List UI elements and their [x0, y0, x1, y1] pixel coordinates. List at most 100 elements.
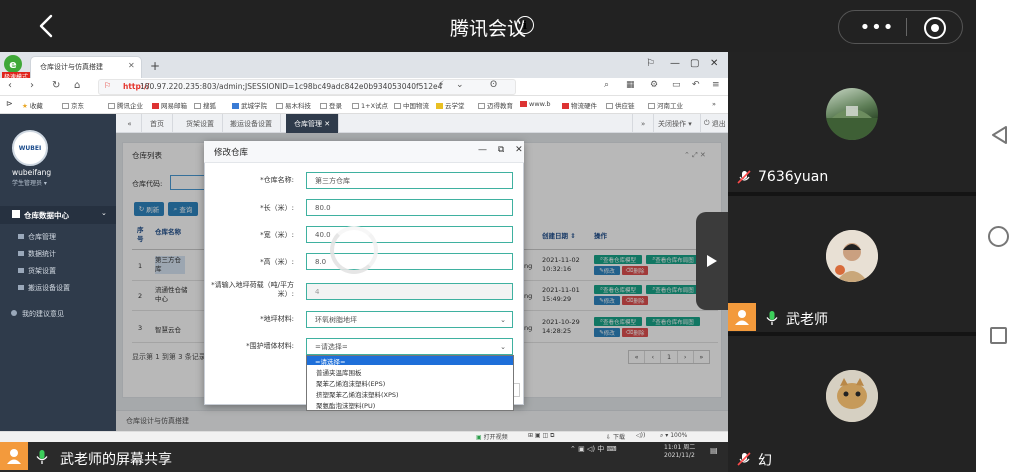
bookmarks-more-icon[interactable]: »	[712, 100, 716, 108]
bookmark-item[interactable]: 物流硬件	[562, 100, 597, 110]
sidebar-group-label: 仓库数据中心	[24, 211, 69, 220]
notification-icon[interactable]: ▤	[710, 446, 718, 455]
extension-icon[interactable]: ʘ	[490, 80, 497, 90]
settings-gear-icon[interactable]: ⚙	[650, 80, 658, 90]
sidebar-item-stats[interactable]: 数据统计	[28, 249, 56, 259]
browser-logo-icon: e	[4, 55, 22, 73]
wall-material-select[interactable]: =请选择= ⌄	[306, 338, 513, 355]
chevron-down-icon: ⌄	[101, 209, 107, 217]
list-icon	[18, 234, 24, 239]
undo-icon[interactable]: ↶	[692, 80, 700, 90]
download-button[interactable]: ⇩ 下载	[606, 432, 625, 441]
field-label-wall-material: *围护墙体材料:	[246, 342, 294, 350]
nav-home-icon[interactable]	[988, 226, 1009, 247]
meeting-title: 腾讯会议	[449, 18, 526, 40]
mic-muted-icon	[736, 451, 752, 467]
participant-avatar[interactable]	[826, 88, 878, 140]
more-icon[interactable]: •••	[858, 17, 896, 38]
bookmark-item[interactable]: 京东	[62, 100, 84, 110]
dropdown-option[interactable]: 挤塑聚苯乙烯泡沫塑料(XPS)	[316, 389, 399, 399]
dropdown-chevron-icon[interactable]: ⌄	[456, 80, 464, 90]
participant-avatar[interactable]	[826, 230, 878, 282]
bookmark-item[interactable]: 迈得教育	[478, 100, 513, 110]
browser-back-icon[interactable]: ‹	[8, 80, 12, 91]
security-icon: ⚐	[104, 81, 112, 90]
floor-material-select[interactable]: 环氧树脂地坪 ⌄	[306, 311, 513, 328]
bookmark-item[interactable]: www.b	[520, 100, 551, 108]
nav-recents-icon[interactable]	[990, 327, 1007, 344]
table-icon	[18, 251, 24, 256]
truck-icon	[18, 285, 24, 290]
capsule-divider	[906, 18, 907, 36]
logout-button[interactable]: ⏻ 退出	[696, 114, 734, 133]
info-icon[interactable]: i	[516, 16, 534, 34]
lightning-icon[interactable]: ⚡	[438, 80, 444, 90]
maximize-icon[interactable]: ▢	[690, 58, 699, 69]
zoom-control[interactable]: ⌕ ▾ 100%	[660, 432, 687, 440]
bookmark-item[interactable]: 腾讯企业	[108, 100, 143, 110]
tab-equipment[interactable]: 搬运设备设置	[222, 114, 281, 133]
taskbar-clock: 11:01 周二 2021/11/2	[664, 444, 696, 459]
dialog-window-controls-icon[interactable]: — ⧉ ✕	[478, 145, 527, 155]
bookmark-item[interactable]: 中国物流	[394, 100, 429, 110]
participant-divider	[728, 192, 976, 196]
presenter-avatar-icon	[728, 303, 756, 331]
url-text: 180.97.220.235:803/admin;JSESSIONID=1c98…	[140, 82, 443, 91]
length-input[interactable]: 80.0	[306, 199, 513, 216]
sidebar-item-shelf[interactable]: 货架设置	[28, 266, 56, 276]
battery-icon[interactable]: ▭	[672, 80, 681, 90]
menu-icon[interactable]: ≡	[712, 80, 720, 90]
warehouse-name-input[interactable]: 第三方仓库	[306, 172, 513, 189]
dialog-header	[204, 141, 524, 163]
window-close-icon[interactable]: ✕	[710, 58, 718, 69]
taskbar-tray-icon[interactable]: ⌃ ▣ ◁) 中 ⌨	[570, 444, 617, 454]
reload-icon[interactable]: ↻	[52, 80, 60, 91]
floor-load-input[interactable]: 4	[306, 283, 513, 300]
tab-warehouse-active[interactable]: 仓库管理 ✕	[286, 114, 340, 133]
bookmark-item[interactable]: 登录	[320, 100, 342, 110]
sidebar-item-feedback[interactable]: 我的建议意见	[22, 309, 64, 319]
bookmark-item[interactable]: ★ 收藏	[22, 100, 43, 110]
new-tab-icon[interactable]: +	[150, 59, 160, 73]
bookmark-item[interactable]: 武城学院	[232, 100, 267, 110]
bookmark-item[interactable]: 易木科技	[276, 100, 311, 110]
school-logo: WUBEI	[12, 130, 48, 166]
tab-home[interactable]: 首页	[142, 114, 173, 133]
bookmark-item[interactable]: 搜狐	[194, 100, 216, 110]
sidebar-item-equipment[interactable]: 搬运设备设置	[28, 283, 70, 293]
presenter-avatar-icon	[0, 442, 28, 470]
close-target-icon[interactable]	[924, 17, 946, 39]
chevron-down-icon: ⌄	[500, 315, 506, 324]
close-operations-menu[interactable]: 关闭操作 ▾	[650, 114, 701, 133]
nav-back-icon[interactable]	[989, 124, 1011, 146]
sidebar-toggle-icon[interactable]: ⊳	[6, 99, 13, 108]
browser-forward-icon[interactable]: ›	[30, 80, 34, 91]
participant-avatar[interactable]	[826, 370, 878, 422]
bookmark-item[interactable]: 1+X试点	[352, 100, 388, 110]
bookmark-item[interactable]: 网易邮箱	[152, 100, 187, 110]
status-icon[interactable]: ⊞ ▣ ◫ ⧉	[528, 432, 554, 440]
search-icon[interactable]: ⌕	[604, 80, 609, 90]
tab-shelf[interactable]: 货架设置	[178, 114, 223, 133]
open-video-button[interactable]: ▣ 打开视频	[476, 432, 508, 441]
dropdown-option-selected[interactable]: =请选择=	[307, 356, 513, 366]
bookmark-item[interactable]: 云学堂	[436, 100, 465, 110]
tabs-prev-icon[interactable]: «	[118, 114, 142, 133]
sound-icon[interactable]: ◁))	[636, 432, 645, 439]
screen-share-label: 武老师的屏幕共享	[60, 452, 172, 468]
dropdown-option[interactable]: 普通夹温库围板	[316, 367, 362, 377]
minimize-icon[interactable]: —	[670, 58, 680, 69]
sidebar-item-warehouse[interactable]: 仓库管理	[28, 232, 56, 242]
expand-panel-toggle[interactable]	[696, 212, 728, 310]
bookmark-item[interactable]: 供应链	[606, 100, 635, 110]
field-label-width: *宽（米）:	[260, 231, 294, 239]
home-icon[interactable]: ⌂	[74, 80, 80, 91]
apps-grid-icon[interactable]: ▦	[626, 80, 635, 90]
tab-close-icon[interactable]: ✕	[128, 61, 135, 70]
dropdown-option[interactable]: 聚氨酯泡沫塑料(PU)	[316, 400, 375, 410]
bookmark-item[interactable]: 河南工业	[648, 100, 683, 110]
field-label-floor-material: *地坪材料:	[260, 315, 294, 323]
pin-icon[interactable]: ⚐	[646, 58, 655, 69]
sidebar-role-dropdown[interactable]: 学生管理员 ▾	[12, 178, 47, 187]
dropdown-option[interactable]: 聚苯乙烯泡沫塑料(EPS)	[316, 378, 385, 388]
